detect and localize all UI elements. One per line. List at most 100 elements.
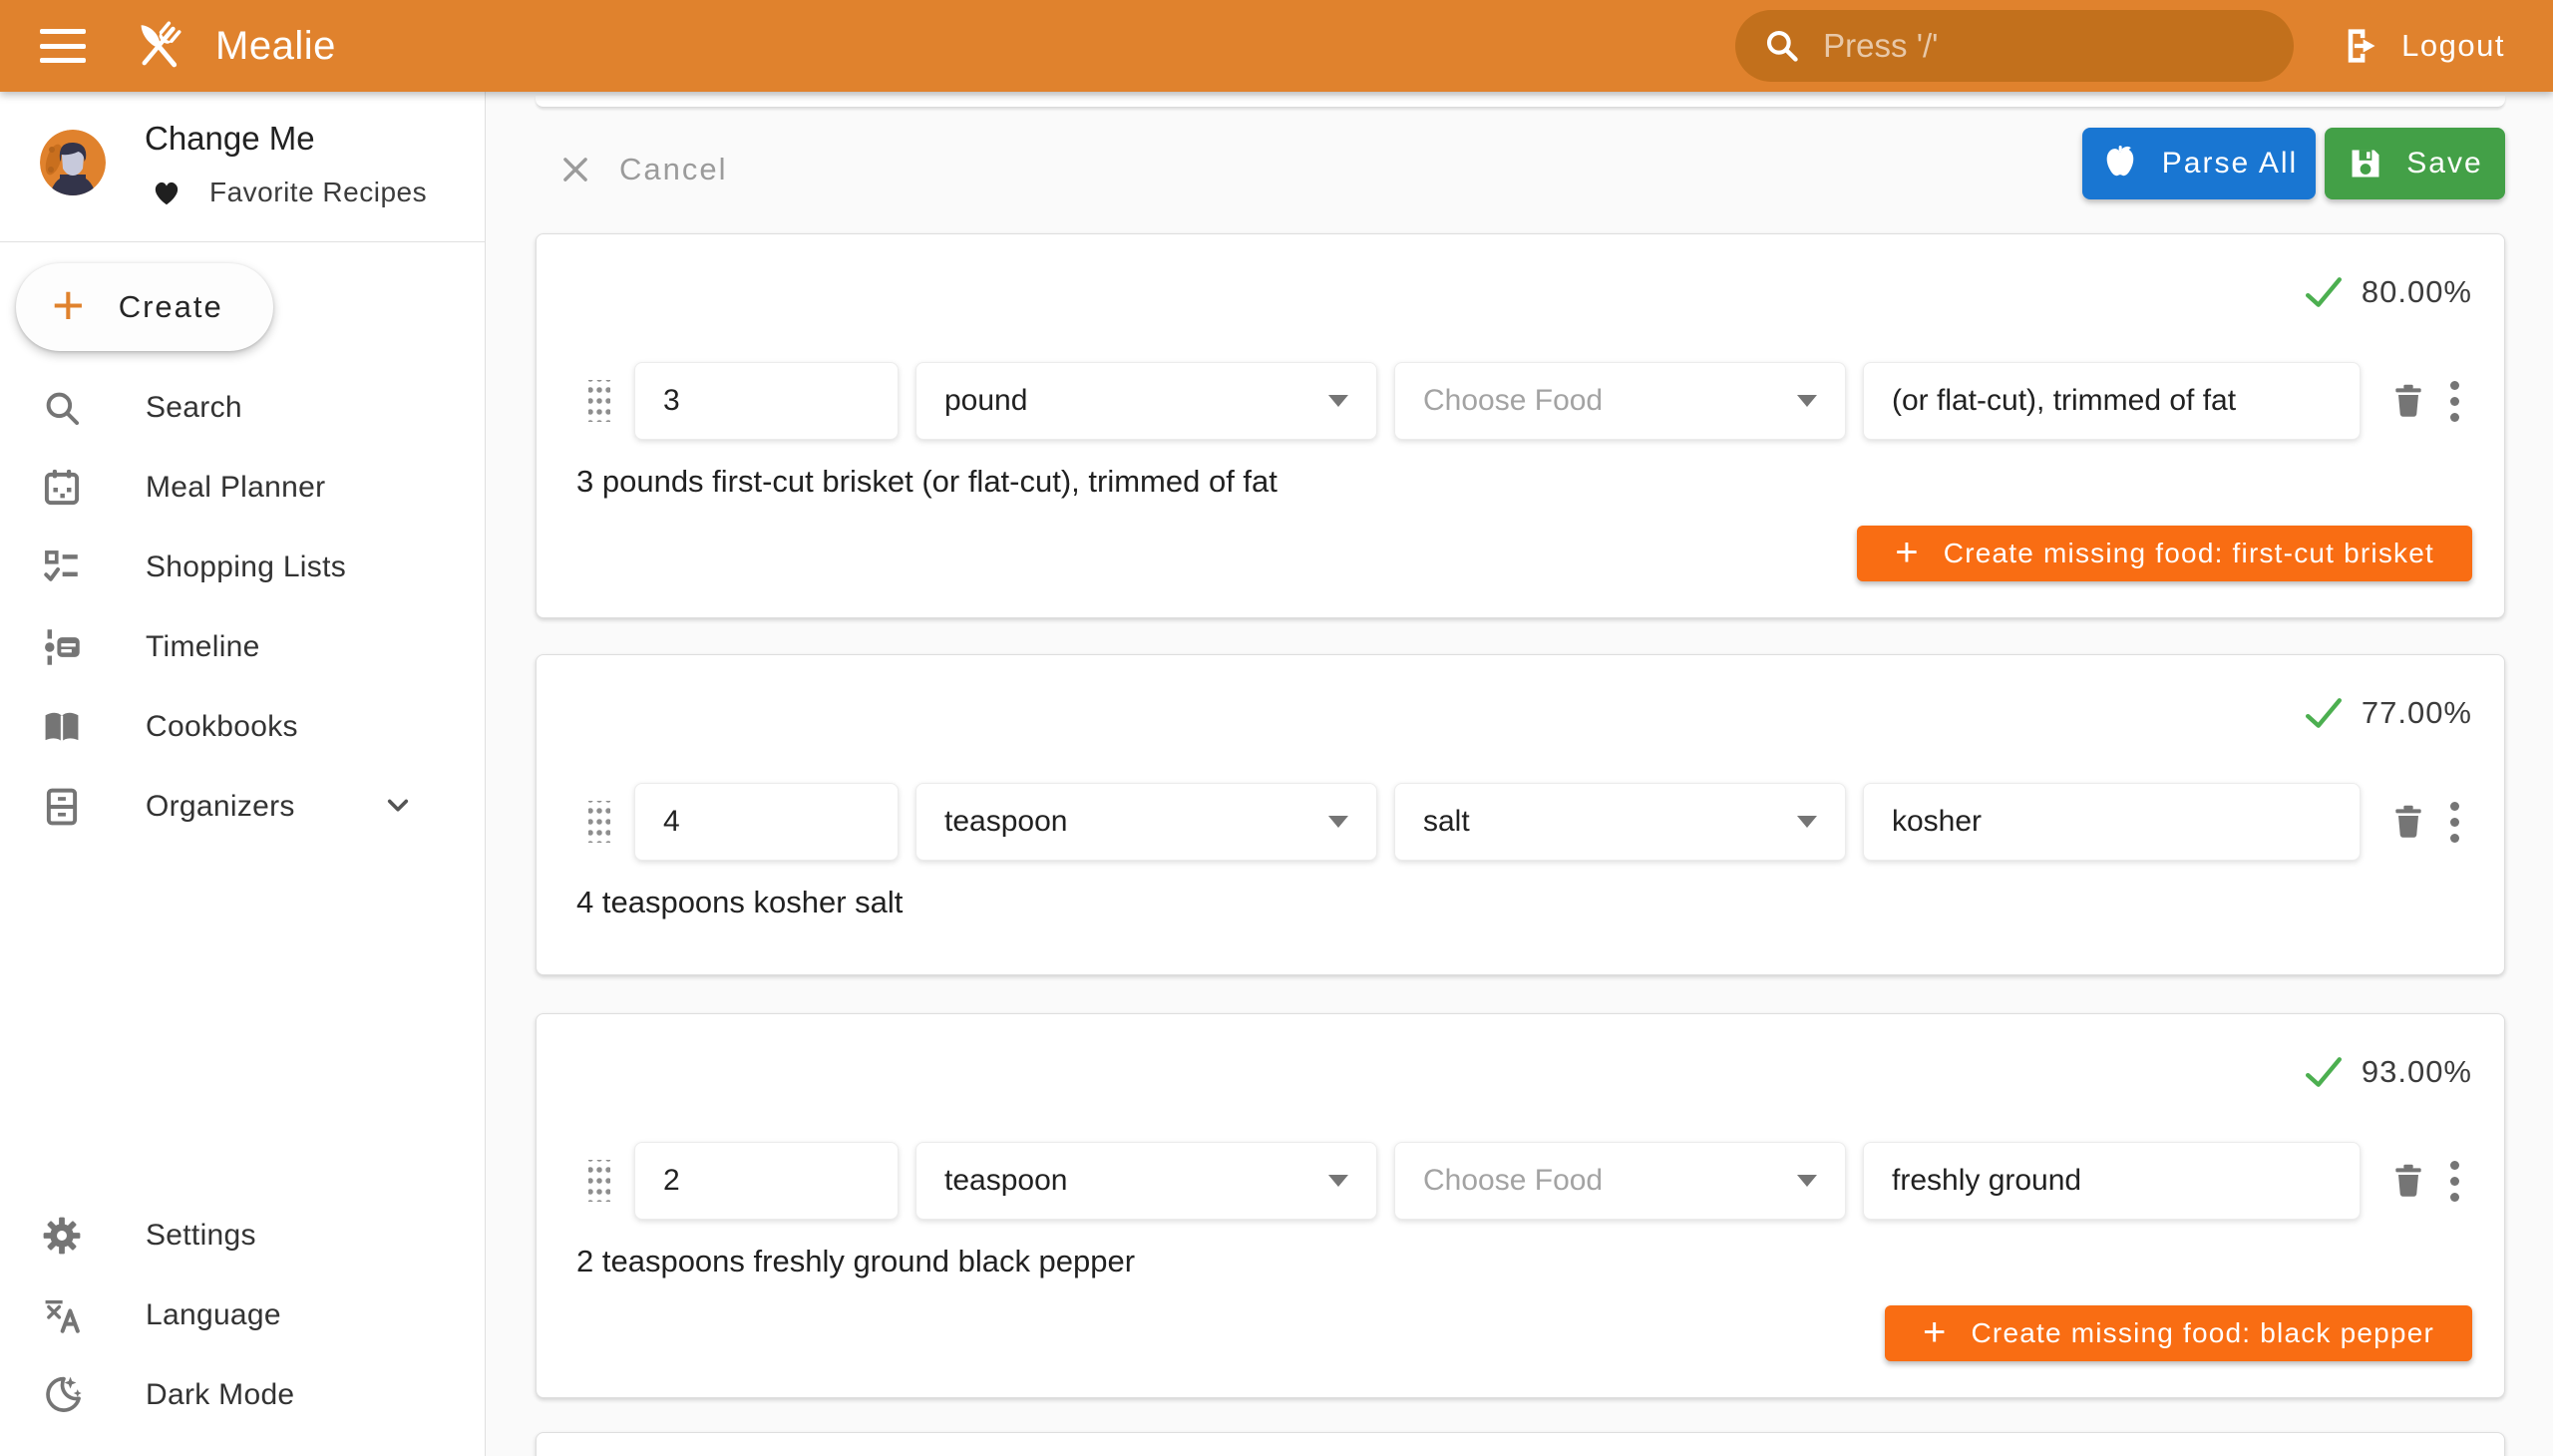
check-icon bbox=[2304, 272, 2344, 312]
delete-button[interactable] bbox=[2382, 783, 2434, 861]
logout-button[interactable]: Logout bbox=[2340, 25, 2505, 67]
parse-all-button[interactable]: Parse All bbox=[2082, 128, 2316, 199]
check-icon bbox=[2304, 693, 2344, 733]
drag-handle[interactable] bbox=[588, 801, 610, 843]
amount-input[interactable] bbox=[634, 362, 899, 440]
sidebar-item-language[interactable]: Language bbox=[0, 1275, 485, 1355]
create-missing-food-label: Create missing food: first-cut brisket bbox=[1944, 538, 2434, 569]
chevron-down-icon bbox=[1328, 816, 1348, 828]
create-missing-food-label: Create missing food: black pepper bbox=[1972, 1317, 2435, 1349]
avatar[interactable] bbox=[40, 130, 106, 195]
original-ingredient-text: 4 teaspoons kosher salt bbox=[576, 883, 2464, 922]
save-button[interactable]: Save bbox=[2325, 128, 2505, 199]
sidebar-footer: Settings Language Dark Mode bbox=[0, 1196, 485, 1435]
favorite-recipes-label: Favorite Recipes bbox=[209, 177, 427, 208]
confidence-value: 93.00% bbox=[2362, 1054, 2472, 1090]
amount-input[interactable] bbox=[634, 783, 899, 861]
plus-icon: + bbox=[52, 277, 85, 333]
kebab-icon bbox=[2450, 381, 2459, 422]
ingredient-card: 93.00% teaspoon Choose Food bbox=[536, 1013, 2505, 1398]
note-input[interactable] bbox=[1863, 783, 2361, 861]
chevron-down-icon bbox=[1797, 1175, 1817, 1187]
sidebar-nav: Search Meal Planner bbox=[0, 368, 485, 847]
close-icon bbox=[557, 152, 593, 187]
search-icon bbox=[1763, 27, 1801, 65]
delete-button[interactable] bbox=[2382, 362, 2434, 440]
chevron-down-icon bbox=[379, 786, 417, 829]
main-content: Cancel Parse All Save 80.00% bbox=[486, 92, 2553, 1456]
trash-icon bbox=[2388, 802, 2428, 842]
sidebar-item-settings[interactable]: Settings bbox=[0, 1196, 485, 1275]
user-name: Change Me bbox=[145, 120, 315, 158]
translate-icon bbox=[40, 1293, 84, 1337]
sidebar: Change Me Favorite Recipes + Create Sear… bbox=[0, 92, 486, 1456]
search-icon bbox=[40, 386, 84, 430]
more-options-button[interactable] bbox=[2434, 783, 2474, 861]
plus-icon: + bbox=[1923, 1312, 1948, 1352]
sidebar-item-timeline[interactable]: Timeline bbox=[0, 607, 485, 687]
scrolled-card-edge bbox=[536, 96, 2505, 108]
trash-icon bbox=[2388, 381, 2428, 421]
moon-icon bbox=[40, 1373, 84, 1417]
search-box[interactable] bbox=[1735, 10, 2294, 82]
save-icon bbox=[2347, 145, 2384, 182]
cancel-button[interactable]: Cancel bbox=[557, 142, 728, 197]
unit-select[interactable]: teaspoon bbox=[915, 1142, 1377, 1220]
note-input[interactable] bbox=[1863, 1142, 2361, 1220]
sidebar-item-search[interactable]: Search bbox=[0, 368, 485, 448]
kebab-icon bbox=[2450, 1161, 2459, 1202]
logout-label: Logout bbox=[2401, 28, 2505, 64]
create-missing-food-button[interactable]: + Create missing food: first-cut brisket bbox=[1857, 526, 2472, 581]
book-icon bbox=[40, 705, 84, 749]
original-ingredient-text: 3 pounds first-cut brisket (or flat-cut)… bbox=[576, 462, 2464, 502]
sidebar-item-organizers[interactable]: Organizers bbox=[0, 767, 485, 847]
chevron-down-icon bbox=[1328, 1175, 1348, 1187]
chevron-down-icon bbox=[1797, 395, 1817, 407]
confidence-indicator: 80.00% bbox=[2304, 270, 2472, 314]
unit-select[interactable]: teaspoon bbox=[915, 783, 1377, 861]
food-select[interactable]: Choose Food bbox=[1394, 1142, 1846, 1220]
apple-parse-icon bbox=[2100, 144, 2140, 183]
favorite-recipes-link[interactable]: Favorite Recipes bbox=[150, 176, 427, 209]
check-icon bbox=[2304, 1052, 2344, 1092]
calendar-icon bbox=[40, 466, 84, 510]
food-select[interactable]: Choose Food bbox=[1394, 362, 1846, 440]
app-header: Mealie Logout bbox=[0, 0, 2553, 92]
sidebar-item-shopping-lists[interactable]: Shopping Lists bbox=[0, 528, 485, 607]
more-options-button[interactable] bbox=[2434, 1142, 2474, 1220]
create-missing-food-button[interactable]: + Create missing food: black pepper bbox=[1885, 1305, 2472, 1361]
sidebar-item-cookbooks[interactable]: Cookbooks bbox=[0, 687, 485, 767]
more-options-button[interactable] bbox=[2434, 362, 2474, 440]
drag-handle[interactable] bbox=[588, 380, 610, 422]
ingredient-card: 77.00% teaspoon salt bbox=[536, 654, 2505, 975]
food-select[interactable]: salt bbox=[1394, 783, 1846, 861]
logout-icon bbox=[2340, 25, 2381, 67]
menu-icon[interactable] bbox=[40, 29, 86, 63]
cabinet-icon bbox=[40, 785, 84, 829]
save-label: Save bbox=[2406, 147, 2482, 181]
parse-all-label: Parse All bbox=[2162, 147, 2298, 181]
unit-select[interactable]: pound bbox=[915, 362, 1377, 440]
app-title: Mealie bbox=[215, 24, 336, 69]
cancel-label: Cancel bbox=[619, 152, 728, 187]
note-input[interactable] bbox=[1863, 362, 2361, 440]
ingredient-card-partial bbox=[536, 1432, 2505, 1456]
confidence-value: 77.00% bbox=[2362, 695, 2472, 731]
delete-button[interactable] bbox=[2382, 1142, 2434, 1220]
sidebar-item-dark-mode[interactable]: Dark Mode bbox=[0, 1355, 485, 1435]
plus-icon: + bbox=[1895, 533, 1920, 572]
amount-input[interactable] bbox=[634, 1142, 899, 1220]
confidence-indicator: 77.00% bbox=[2304, 691, 2472, 735]
original-ingredient-text: 2 teaspoons freshly ground black pepper bbox=[576, 1242, 2464, 1281]
sidebar-divider bbox=[0, 241, 485, 242]
create-button[interactable]: + Create bbox=[16, 263, 273, 351]
sidebar-item-meal-planner[interactable]: Meal Planner bbox=[0, 448, 485, 528]
search-input[interactable] bbox=[1823, 27, 2266, 65]
chevron-down-icon bbox=[1797, 816, 1817, 828]
chevron-down-icon bbox=[1328, 395, 1348, 407]
trash-icon bbox=[2388, 1161, 2428, 1201]
ingredient-card: 80.00% pound Choose Food bbox=[536, 233, 2505, 618]
timeline-icon bbox=[40, 625, 84, 669]
drag-handle[interactable] bbox=[588, 1160, 610, 1202]
gear-icon bbox=[40, 1214, 84, 1258]
